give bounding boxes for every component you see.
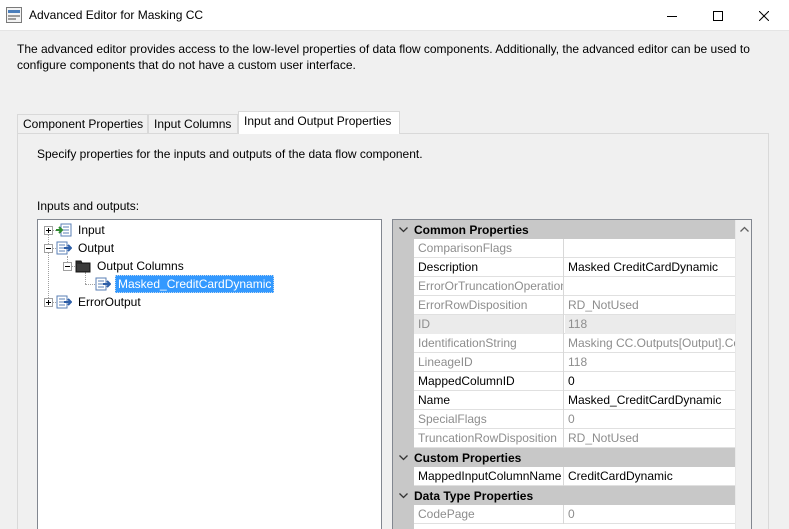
tab-label: Input Columns <box>154 117 232 131</box>
property-value[interactable]: CreditCardDynamic <box>565 467 735 486</box>
tree-node-input[interactable]: Input <box>44 221 107 239</box>
property-value[interactable]: Masked CreditCardDynamic <box>565 258 735 277</box>
tab-label: Input and Output Properties <box>244 114 392 128</box>
property-value: 118 <box>568 355 588 369</box>
tree-node-label: Output Columns <box>97 259 184 273</box>
property-value: RD_NotUsed <box>568 298 639 312</box>
property-name: MappedInputColumnName <box>414 467 564 486</box>
property-name: ComparisonFlags <box>414 239 564 258</box>
tab-label: Component Properties <box>23 117 144 131</box>
property-value: 0 <box>568 412 575 426</box>
panel-description: Specify properties for the inputs and ou… <box>37 147 423 161</box>
editor-description: The advanced editor provides access to t… <box>17 42 750 72</box>
maximize-button[interactable] <box>695 0 741 31</box>
category-label: Data Type Properties <box>414 488 534 503</box>
property-row[interactable]: MappedInputColumnName CreditCardDynamic <box>414 467 735 486</box>
property-value <box>565 239 735 258</box>
property-name: Description <box>414 258 564 277</box>
property-name: SpecialFlags <box>414 410 564 429</box>
error-output-icon <box>56 295 72 309</box>
property-row[interactable]: TruncationRowDisposition RD_NotUsed <box>414 429 735 448</box>
vertical-scrollbar[interactable] <box>735 220 751 529</box>
chevron-up-icon <box>740 226 749 232</box>
column-icon <box>95 277 111 291</box>
property-name: IdentificationString <box>414 334 564 353</box>
title-bar: Advanced Editor for Masking CC <box>0 0 789 31</box>
property-name: Name <box>414 391 564 410</box>
tree-node-label: Output <box>78 241 115 255</box>
tree-node-error-output[interactable]: ErrorOutput <box>44 293 143 311</box>
window-title: Advanced Editor for Masking CC <box>29 8 204 22</box>
chevron-down-icon[interactable] <box>393 226 414 233</box>
property-row[interactable]: SpecialFlags 0 <box>414 410 735 429</box>
property-row[interactable]: CodePage 0 <box>414 505 735 524</box>
tab-component-properties[interactable]: Component Properties <box>17 114 148 134</box>
collapse-icon[interactable] <box>44 243 53 253</box>
property-value: Masking CC.Outputs[Output].Columns[Maske… <box>568 336 735 350</box>
property-row[interactable]: ErrorOrTruncationOperation <box>414 277 735 296</box>
category-data-type-properties[interactable]: Data Type Properties <box>393 486 735 505</box>
property-grid-margin <box>393 220 414 529</box>
expand-icon[interactable] <box>44 225 53 235</box>
property-row[interactable]: LineageID 118 <box>414 353 735 372</box>
property-value: 118 <box>565 315 735 334</box>
category-common-properties[interactable]: Common Properties <box>393 220 735 239</box>
chevron-down-icon[interactable] <box>393 454 414 461</box>
tree-node-label: Input <box>78 223 105 237</box>
category-label: Common Properties <box>414 222 529 237</box>
scroll-up-button[interactable] <box>736 220 751 237</box>
property-name: ErrorOrTruncationOperation <box>414 277 564 296</box>
input-icon <box>56 223 72 237</box>
property-grid[interactable]: Common Properties ComparisonFlags Descri… <box>392 219 752 529</box>
folder-icon <box>75 260 91 273</box>
property-value[interactable]: Masked_CreditCardDynamic <box>565 391 735 410</box>
tree-connector <box>85 284 95 285</box>
category-custom-properties[interactable]: Custom Properties <box>393 448 735 467</box>
ssis-editor-app-icon <box>6 7 22 23</box>
property-name: CodePage <box>414 505 564 524</box>
property-name: LineageID <box>414 353 564 372</box>
tree-node-label: Masked_CreditCardDynamic <box>115 275 275 293</box>
property-row[interactable]: ComparisonFlags <box>414 239 735 258</box>
tab-input-columns[interactable]: Input Columns <box>148 114 238 134</box>
minimize-button[interactable] <box>649 0 695 31</box>
tree-node-output[interactable]: Output <box>44 239 116 257</box>
property-value: RD_NotUsed <box>568 431 639 445</box>
close-icon <box>759 10 769 21</box>
close-button[interactable] <box>741 0 787 31</box>
chevron-down-icon[interactable] <box>393 492 414 499</box>
property-row[interactable]: Name Masked_CreditCardDynamic <box>414 391 735 410</box>
property-row[interactable]: IdentificationString Masking CC.Outputs[… <box>414 334 735 353</box>
inputs-outputs-label: Inputs and outputs: <box>37 199 140 213</box>
tree-node-output-columns[interactable]: Output Columns <box>63 257 186 275</box>
maximize-icon <box>713 10 723 21</box>
property-value[interactable]: 0 <box>565 372 735 391</box>
minimize-icon <box>667 15 677 17</box>
property-name: ID <box>414 315 564 334</box>
property-name: TruncationRowDisposition <box>414 429 564 448</box>
property-value <box>565 277 735 296</box>
property-row[interactable]: ErrorRowDisposition RD_NotUsed <box>414 296 735 315</box>
property-row[interactable]: Description Masked CreditCardDynamic <box>414 258 735 277</box>
property-row[interactable]: MappedColumnID 0 <box>414 372 735 391</box>
output-icon <box>56 241 72 255</box>
property-name: ErrorRowDisposition <box>414 296 564 315</box>
tree-node-label: ErrorOutput <box>78 295 141 309</box>
property-value: 0 <box>568 507 575 521</box>
inputs-outputs-tree[interactable]: Input Output Output Columns Masked_Credi… <box>37 219 382 529</box>
tree-node-selected-column[interactable]: Masked_CreditCardDynamic <box>95 275 275 293</box>
property-row[interactable]: ID 118 <box>414 315 735 334</box>
property-name: MappedColumnID <box>414 372 564 391</box>
expand-icon[interactable] <box>44 297 53 307</box>
collapse-icon[interactable] <box>63 261 72 271</box>
tab-input-output-properties[interactable]: Input and Output Properties <box>238 111 400 134</box>
category-label: Custom Properties <box>414 450 522 465</box>
